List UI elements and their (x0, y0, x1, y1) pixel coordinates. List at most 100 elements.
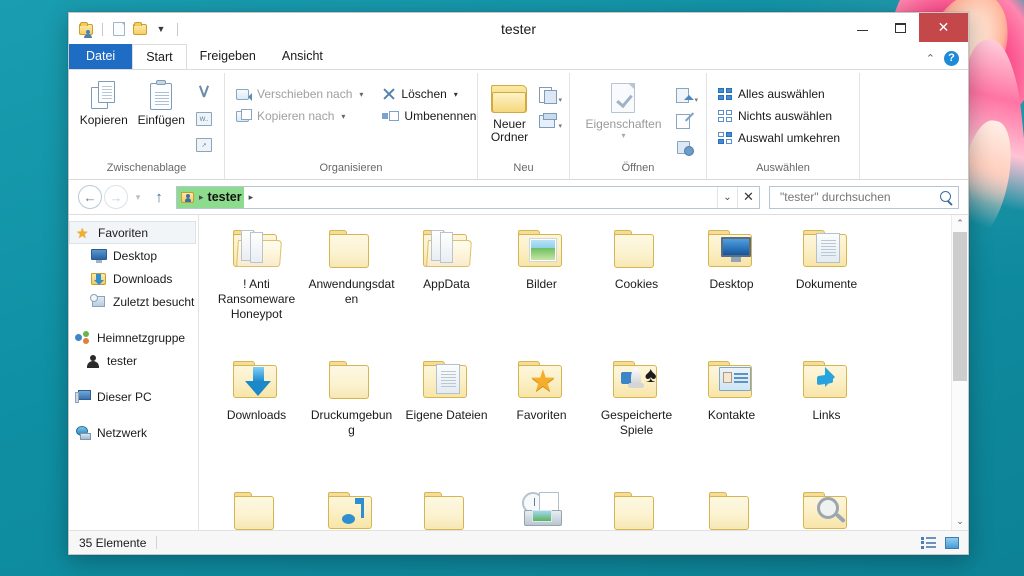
loeschen-button[interactable]: Löschen ▾ (377, 83, 481, 105)
breadcrumb-item-tester[interactable]: ▸ tester (177, 186, 244, 208)
file-item-label: Favoriten (516, 408, 567, 422)
schneller-zugriff-button[interactable]: ▾ (535, 109, 563, 134)
ribbon-tab-strip[interactable]: Datei Start Freigeben Ansicht ⌃ ? (69, 44, 968, 70)
view-mode-buttons[interactable] (918, 534, 962, 552)
file-item[interactable]: Eigene Dateien (399, 356, 494, 483)
maximize-button[interactable] (881, 13, 919, 42)
kopieren-button[interactable]: Kopieren (75, 77, 133, 127)
scrollbar-track[interactable] (952, 232, 968, 513)
recent-locations-icon[interactable]: ▾ (130, 185, 146, 209)
up-button[interactable]: ↑ (148, 185, 170, 209)
help-icon[interactable]: ? (944, 51, 959, 66)
sidebar-item-zuletzt-besucht[interactable]: Zuletzt besucht (69, 290, 198, 313)
back-button[interactable]: ← (78, 185, 102, 209)
tab-start[interactable]: Start (132, 44, 187, 69)
chevron-down-icon[interactable]: ▾ (454, 90, 458, 99)
new-file-icon[interactable] (110, 20, 128, 38)
file-item[interactable]: ♠ Gespeicherte Spiele (589, 356, 684, 483)
file-item[interactable]: Lokale Einstellungen (209, 487, 304, 530)
search-box[interactable] (769, 185, 959, 209)
umbenennen-button[interactable]: Umbenennen (377, 105, 481, 127)
file-item[interactable]: Desktop (684, 225, 779, 352)
file-item[interactable]: SendTo (589, 487, 684, 530)
forward-button[interactable]: → (104, 185, 128, 209)
details-view-button[interactable] (918, 534, 938, 552)
file-item[interactable]: Startmenü (684, 487, 779, 530)
file-item[interactable]: Kontakte (684, 356, 779, 483)
file-item[interactable]: Recent (494, 487, 589, 530)
tab-ansicht[interactable]: Ansicht (269, 44, 336, 69)
sidebar-item-heimnetzgruppe[interactable]: Heimnetzgruppe (69, 326, 198, 349)
sidebar-item-favoriten[interactable]: ★ Favoriten (69, 221, 196, 244)
file-item[interactable]: AppData (399, 225, 494, 352)
chevron-down-icon[interactable]: ▾ (621, 131, 625, 140)
breadcrumb-address-bar[interactable]: ▸ tester ▸ ⌄ ✕ (176, 185, 760, 209)
sidebar-item-desktop[interactable]: Desktop (69, 244, 198, 267)
file-item[interactable]: Anwendungsdaten (304, 225, 399, 352)
tab-datei[interactable]: Datei (69, 44, 133, 69)
bearbeiten-button[interactable] (671, 109, 699, 134)
file-item[interactable]: Dokumente (779, 225, 874, 352)
vertical-scrollbar[interactable]: ⌃ ⌄ (951, 215, 968, 530)
file-item[interactable]: Musik (304, 487, 399, 530)
sidebar-item-label: Downloads (113, 271, 173, 286)
minimize-button[interactable] (843, 13, 881, 42)
cut-button[interactable] (190, 80, 218, 105)
kopieren-nach-button[interactable]: Kopieren nach ▾ (231, 105, 368, 127)
scroll-up-arrow-icon[interactable]: ⌃ (952, 215, 968, 232)
einfuegen-button[interactable]: Einfügen (133, 77, 191, 127)
sidebar-item-netzwerk[interactable]: Netzwerk (69, 421, 198, 444)
sidebar-item-downloads[interactable]: Downloads (69, 267, 198, 290)
close-button[interactable]: ✕ (919, 13, 968, 42)
window-controls[interactable]: ✕ (843, 13, 968, 45)
large-icons-view-button[interactable] (942, 534, 962, 552)
copy-path-button[interactable]: W.. (190, 106, 218, 131)
file-item[interactable]: Cookies (589, 225, 684, 352)
quick-access-toolbar[interactable]: ▼ (69, 13, 182, 45)
tab-freigeben[interactable]: Freigeben (187, 44, 269, 69)
file-item[interactable]: Downloads (209, 356, 304, 483)
user-folder-icon[interactable] (77, 20, 95, 38)
file-item[interactable]: Suchvorgänge (779, 487, 874, 530)
chevron-down-icon[interactable]: ▼ (152, 20, 170, 38)
new-folder-icon[interactable] (131, 20, 149, 38)
paste-shortcut-button[interactable]: ↗ (190, 132, 218, 157)
chevron-down-icon[interactable]: ▾ (558, 122, 562, 130)
file-item[interactable]: Netzwerkumgebung (399, 487, 494, 530)
sidebar-item-tester[interactable]: tester (69, 349, 198, 372)
chevron-down-icon[interactable]: ▾ (694, 96, 698, 104)
file-item[interactable]: Bilder (494, 225, 589, 352)
file-item[interactable]: Links (779, 356, 874, 483)
title-bar[interactable]: ▼ tester ✕ (69, 13, 968, 45)
file-item[interactable]: Druckumgebung (304, 356, 399, 483)
breadcrumb-trailing-separator[interactable]: ▸ (244, 192, 259, 203)
neues-element-button[interactable]: ▾ (535, 83, 563, 108)
search-input[interactable] (778, 189, 940, 205)
chevron-up-icon[interactable]: ⌃ (926, 52, 935, 65)
scroll-down-arrow-icon[interactable]: ⌄ (952, 513, 968, 530)
navigation-pane[interactable]: ★ Favoriten Desktop Downloads Zuletzt be… (69, 215, 199, 530)
stop-refresh-icon[interactable]: ✕ (737, 186, 759, 208)
chevron-down-icon[interactable]: ▾ (558, 96, 562, 104)
chevron-down-icon[interactable]: ▾ (341, 112, 345, 121)
nichts-auswaehlen-button[interactable]: Nichts auswählen (713, 105, 845, 127)
ribbon-group-oeffnen: Eigenschaften ▾ ▾ Öffnen (570, 73, 707, 179)
auswahl-umkehren-button[interactable]: Auswahl umkehren (713, 127, 845, 149)
neuer-ordner-button[interactable]: Neuer Ordner (484, 79, 535, 144)
file-list-view[interactable]: ! Anti Ransomeware Honeypot Anwendungsdat… (199, 215, 951, 530)
address-dropdown-icon[interactable]: ⌄ (717, 186, 737, 208)
verlauf-button[interactable] (671, 135, 699, 160)
verschieben-nach-button[interactable]: Verschieben nach ▾ (231, 83, 368, 105)
search-icon[interactable] (940, 190, 953, 204)
oeffnen-mit-button[interactable]: ▾ (671, 83, 699, 108)
eigenschaften-button[interactable]: Eigenschaften ▾ (576, 79, 671, 140)
chevron-down-icon[interactable]: ▾ (359, 90, 363, 99)
ribbon-right-controls[interactable]: ⌃ ? (926, 51, 968, 69)
alles-auswaehlen-button[interactable]: Alles auswählen (713, 83, 845, 105)
scrollbar-thumb[interactable] (953, 232, 967, 381)
picture-overlay-icon (528, 238, 557, 262)
file-item[interactable]: ! Anti Ransomeware Honeypot (209, 225, 304, 352)
file-item[interactable]: ★ Favoriten (494, 356, 589, 483)
sidebar-item-dieser-pc[interactable]: Dieser PC (69, 385, 198, 408)
